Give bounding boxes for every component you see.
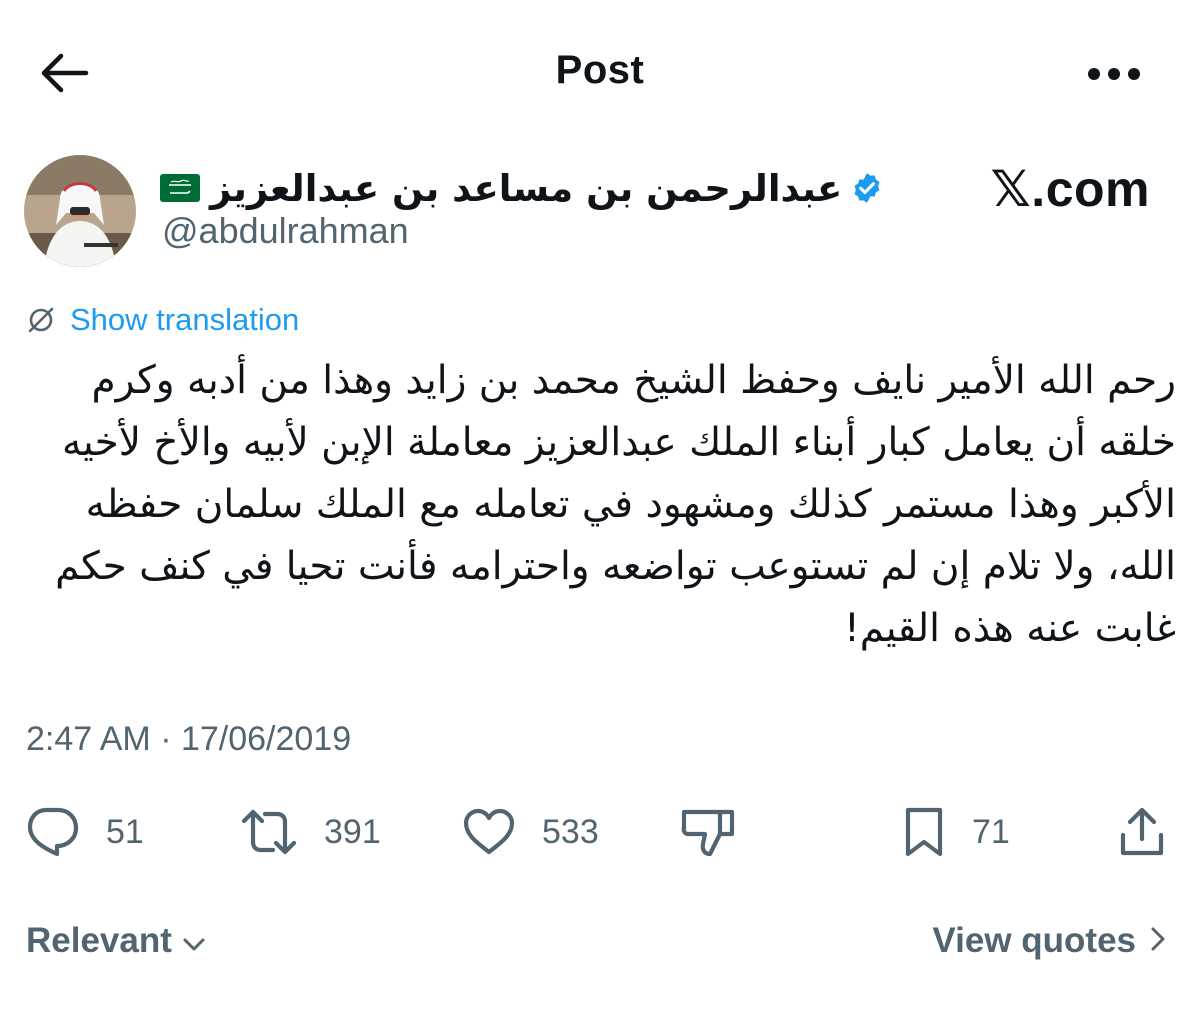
page-title: Post	[555, 48, 645, 92]
view-quotes-label: View quotes	[932, 921, 1136, 960]
chevron-right-icon	[1136, 921, 1166, 961]
author-name-row[interactable]: عبدالرحمن بن مساعد بن عبدالعزيز	[160, 160, 886, 216]
reply-button[interactable]: 51	[24, 800, 144, 864]
like-count: 533	[542, 812, 599, 851]
show-translation-label: Show translation	[70, 302, 300, 337]
author-display-name: عبدالرحمن بن مساعد بن عبدالعزيز	[210, 166, 843, 210]
more-horizontal-icon	[1087, 67, 1141, 86]
downvote-icon	[680, 806, 736, 858]
repost-button[interactable]: 391	[240, 800, 381, 864]
repost-count: 391	[324, 812, 381, 851]
share-button[interactable]	[1118, 800, 1166, 864]
verified-badge-icon	[850, 170, 886, 206]
downvote-button[interactable]	[680, 800, 736, 864]
tweet-timestamp[interactable]: 2:47 AM · 17/06/2019	[26, 720, 351, 759]
reply-icon	[24, 806, 80, 858]
share-icon	[1118, 805, 1166, 859]
sort-replies-dropdown[interactable]: Relevant	[26, 916, 206, 966]
x-com-watermark: 𝕏.com	[990, 161, 1150, 217]
show-translation-link[interactable]: Show translation	[26, 300, 299, 340]
more-button[interactable]	[1084, 58, 1144, 94]
bookmark-count: 71	[972, 812, 1010, 851]
avatar[interactable]	[24, 155, 136, 267]
reply-count: 51	[106, 812, 144, 851]
top-bar: Post	[0, 0, 1200, 150]
bookmark-icon	[902, 806, 946, 858]
bookmark-button[interactable]: 71	[902, 800, 1010, 864]
chevron-down-icon	[172, 921, 206, 961]
view-quotes-link[interactable]: View quotes	[932, 916, 1166, 966]
like-icon	[462, 808, 516, 856]
translate-off-icon	[26, 305, 56, 335]
tweet-text: رحم الله الأمير نايف وحفظ الشيخ محمد بن …	[55, 358, 1176, 651]
sort-label: Relevant	[26, 921, 172, 960]
repost-icon	[240, 808, 298, 856]
author-handle[interactable]: @abdulrahman	[162, 210, 409, 252]
like-button[interactable]: 533	[462, 800, 599, 864]
saudi-flag-icon	[160, 174, 200, 202]
